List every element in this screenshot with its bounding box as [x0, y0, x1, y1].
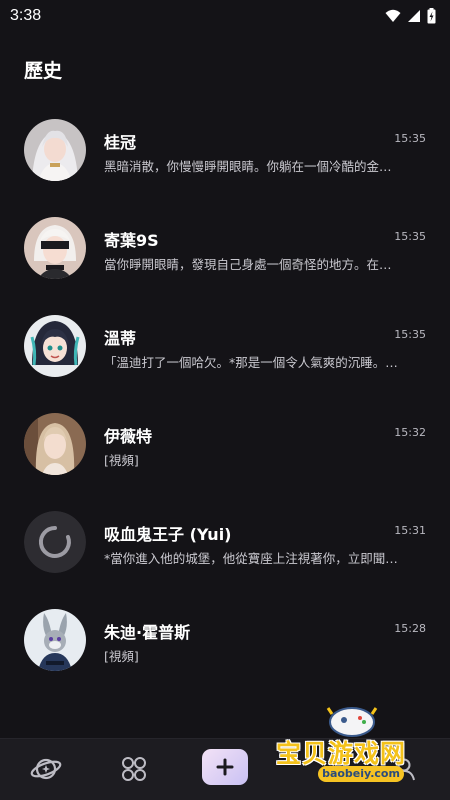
- blindfolded-boy-avatar: [24, 217, 86, 279]
- dark-haired-bard-avatar: [24, 315, 86, 377]
- bunny-officer-avatar: [24, 609, 86, 671]
- chat-preview: [視頻]: [104, 649, 139, 664]
- battery-icon: [427, 8, 436, 24]
- chat-time: 15:28: [394, 622, 426, 635]
- chat-time: 15:31: [394, 524, 426, 537]
- chat-name: 伊薇特: [104, 427, 153, 446]
- chat-preview: 當你睜開眼睛，發現自己身處一個奇怪的地方。在…: [104, 257, 392, 272]
- status-bar: 3:38: [0, 0, 450, 32]
- nav-create-button[interactable]: [202, 749, 248, 785]
- planet-icon: [30, 758, 62, 780]
- chat-item-judy-hopps[interactable]: 朱迪·霍普斯 15:28 [視頻]: [0, 590, 450, 688]
- chat-item-vampire-prince[interactable]: 吸血鬼王子 (Yui) 15:31 *當你進入他的城堡，他從寶座上注視著你，立即…: [0, 492, 450, 590]
- watermark-url: baobeiy.com: [318, 766, 404, 782]
- chat-time: 15:35: [394, 230, 426, 243]
- chat-name: 桂冠: [104, 133, 137, 152]
- page-title: 歷史: [24, 60, 63, 82]
- loading-spinner-icon: [24, 511, 86, 573]
- loading-spinner-avatar: [24, 511, 86, 573]
- chat-preview: *當你進入他的城堡，他從寶座上注視著你，立即聞…: [104, 551, 398, 566]
- chat-time: 15:35: [394, 328, 426, 341]
- chat-item-wendy[interactable]: 溫蒂 15:35 「溫迪打了一個哈欠。*那是一個令人氣爽的沉睡。…: [0, 296, 450, 394]
- chat-name: 溫蒂: [104, 329, 137, 348]
- chat-list: 桂冠 15:35 黑暗消散，你慢慢睜開眼睛。你躺在一個冷酷的金… 寄葉9S 15…: [0, 100, 450, 688]
- nav-discover-button[interactable]: [26, 749, 66, 789]
- chat-name: 寄葉9S: [104, 231, 159, 250]
- chat-time: 15:35: [394, 132, 426, 145]
- grid-icon: [122, 757, 146, 781]
- nav-categories-button[interactable]: [114, 749, 154, 789]
- chat-preview: [視頻]: [104, 453, 139, 468]
- watermark: 宝贝游戏网 baobeiy.com: [270, 700, 450, 800]
- chat-time: 15:32: [394, 426, 426, 439]
- chat-item-guiguan[interactable]: 桂冠 15:35 黑暗消散，你慢慢睜開眼睛。你躺在一個冷酷的金…: [0, 100, 450, 198]
- chat-preview: 黑暗消散，你慢慢睜開眼睛。你躺在一個冷酷的金…: [104, 159, 392, 174]
- wifi-icon: [385, 9, 401, 22]
- blonde-girl-avatar: [24, 413, 86, 475]
- chat-name: 吸血鬼王子 (Yui): [104, 525, 232, 544]
- status-time: 3:38: [10, 7, 42, 24]
- chat-item-9s[interactable]: 寄葉9S 15:35 當你睜開眼睛，發現自己身處一個奇怪的地方。在…: [0, 198, 450, 296]
- cellular-signal-icon: [408, 10, 420, 22]
- chat-item-yvette[interactable]: 伊薇特 15:32 [視頻]: [0, 394, 450, 492]
- plus-icon: [216, 758, 234, 776]
- status-icons: [385, 8, 436, 24]
- white-haired-girl-avatar: [24, 119, 86, 181]
- watermark-text: 宝贝游戏网: [276, 739, 407, 768]
- chat-preview: 「溫迪打了一個哈欠。*那是一個令人氣爽的沉睡。…: [104, 355, 398, 370]
- chat-name: 朱迪·霍普斯: [104, 623, 191, 642]
